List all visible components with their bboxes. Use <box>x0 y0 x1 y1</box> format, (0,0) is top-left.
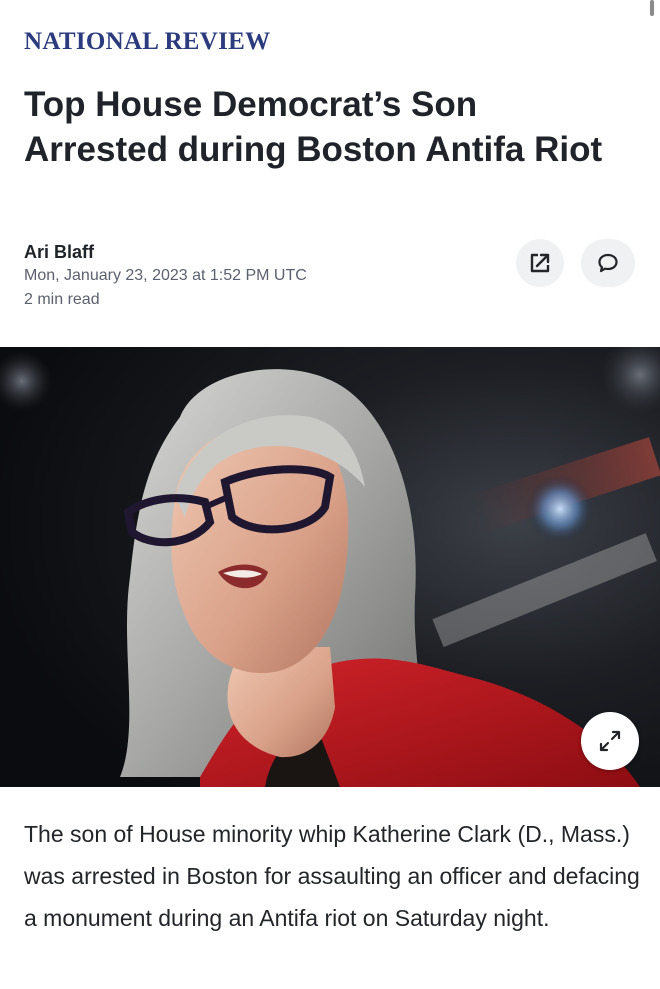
author-name[interactable]: Ari Blaff <box>24 240 307 264</box>
publisher-logo[interactable]: NATIONAL REVIEW <box>24 28 270 56</box>
expand-photo-button[interactable] <box>581 712 639 770</box>
photo-illustration <box>0 347 660 787</box>
expand-arrows-icon <box>599 730 621 752</box>
read-time: 2 min read <box>24 291 100 308</box>
article-body-paragraph: The son of House minority whip Katherine… <box>24 821 640 931</box>
comment-bubble-icon <box>598 253 618 273</box>
article-photo[interactable] <box>0 347 660 787</box>
scrollbar-thumb[interactable] <box>650 0 654 16</box>
share-external-icon <box>530 253 550 273</box>
comments-button[interactable] <box>581 239 635 287</box>
article-headline: Top House Democrat’s Son Arrested during… <box>24 85 603 169</box>
byline: Ari Blaff Mon, January 23, 2023 at 1:52 … <box>24 240 307 312</box>
publish-date: Mon, January 23, 2023 at 1:52 PM UTC <box>24 267 307 284</box>
share-button[interactable] <box>516 239 564 287</box>
